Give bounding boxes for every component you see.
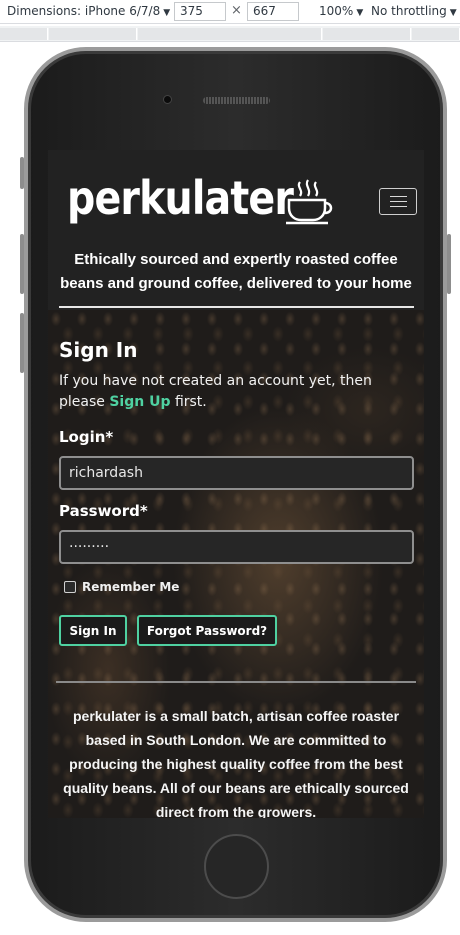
signup-link[interactable]: Sign Up: [109, 394, 170, 410]
about-text: perkulater is a small batch, artisan cof…: [63, 708, 409, 818]
dimension-separator: ×: [231, 3, 242, 18]
site-header: perkulater Ethically sourced and expertl…: [48, 150, 424, 310]
signin-form: Sign In If you have not created an accou…: [59, 338, 414, 646]
camera-icon: [163, 95, 172, 104]
signin-title: Sign In: [59, 338, 138, 362]
signin-message: If you have not created an account yet, …: [59, 371, 414, 413]
caret-down-icon: ▼: [356, 8, 364, 18]
menu-icon-bar: [389, 201, 407, 202]
ruler-segment[interactable]: [0, 28, 48, 40]
ruler-segment[interactable]: [323, 28, 411, 40]
throttling-label: No throttling: [371, 4, 447, 18]
menu-icon-bar: [389, 196, 407, 197]
home-button[interactable]: [204, 834, 269, 899]
ruler-segment[interactable]: [138, 28, 322, 40]
zoom-label: 100%: [319, 4, 354, 18]
signin-message-end: first.: [174, 394, 207, 410]
device-screen: perkulater Ethically sourced and expertl…: [48, 150, 424, 818]
menu-icon-bar: [389, 206, 407, 207]
footer-divider: [56, 681, 416, 683]
logo-text: perkulater: [67, 171, 294, 225]
remember-me-label: Remember Me: [82, 580, 180, 594]
forgot-password-button[interactable]: Forgot Password?: [137, 615, 277, 646]
signin-message-start: If you have not created an account yet, …: [59, 373, 372, 410]
media-query-ruler[interactable]: [0, 26, 460, 42]
menu-toggle-button[interactable]: [379, 188, 417, 215]
password-label: Password*: [59, 502, 148, 520]
password-input[interactable]: ·········: [59, 530, 414, 564]
remember-me-checkbox[interactable]: [64, 581, 76, 593]
throttling-selector[interactable]: No throttling ▼: [371, 4, 457, 18]
site-tagline: Ethically sourced and expertly roasted c…: [60, 251, 412, 292]
devtools-toolbar: Dimensions: iPhone 6/7/8 ▼ 375 × 667 100%…: [0, 0, 460, 24]
device-selector[interactable]: Dimensions: iPhone 6/7/8 ▼: [7, 4, 170, 18]
ruler-segment[interactable]: [412, 28, 460, 40]
coffee-cup-icon: [286, 179, 333, 225]
speaker-grille: [203, 97, 270, 104]
device-label: Dimensions: iPhone 6/7/8: [7, 4, 161, 18]
height-input[interactable]: 667: [247, 2, 299, 21]
ruler-segment[interactable]: [49, 28, 137, 40]
header-divider: [59, 306, 414, 308]
signin-button[interactable]: Sign In: [59, 615, 127, 646]
width-input[interactable]: 375: [174, 2, 226, 21]
remember-me[interactable]: Remember Me: [64, 580, 179, 594]
power-button: [447, 234, 451, 294]
caret-down-icon: ▼: [449, 8, 457, 18]
zoom-selector[interactable]: 100% ▼: [319, 4, 363, 18]
login-label: Login*: [59, 428, 114, 446]
caret-down-icon: ▼: [163, 8, 171, 18]
login-input[interactable]: richardash: [59, 456, 414, 490]
